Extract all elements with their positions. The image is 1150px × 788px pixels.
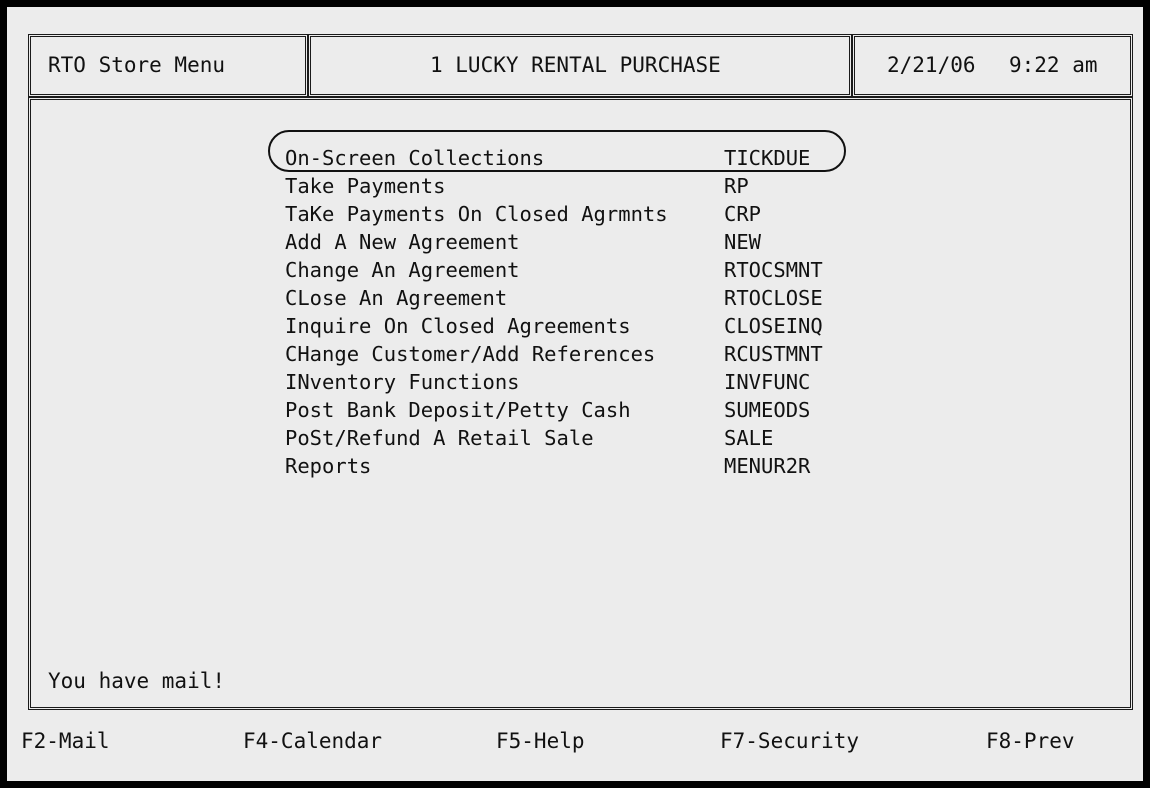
- f7-security-key[interactable]: F7-Security: [720, 728, 859, 754]
- menu-item-add-agreement[interactable]: Add A New Agreement NEW: [285, 228, 761, 256]
- menu-item-take-payments-closed[interactable]: TaKe Payments On Closed Agrmnts CRP: [285, 200, 761, 228]
- menu-item-reports[interactable]: Reports MENUR2R: [285, 452, 810, 480]
- menu-item-label: PoSt/Refund A Retail Sale: [285, 426, 594, 450]
- menu-item-label: CLose An Agreement: [285, 286, 508, 310]
- menu-item-take-payments[interactable]: Take Payments RP: [285, 172, 749, 200]
- f2-mail-key[interactable]: F2-Mail: [21, 728, 110, 754]
- menu-item-code: RP: [724, 174, 749, 198]
- menu-item-change-customer[interactable]: CHange Customer/Add References RCUSTMNT: [285, 340, 823, 368]
- menu-item-code: CRP: [724, 202, 762, 226]
- menu-item-close-agreement[interactable]: CLose An Agreement RTOCLOSE: [285, 284, 823, 312]
- menu-item-on-screen-collections[interactable]: On-Screen Collections TICKDUE: [285, 144, 810, 172]
- f8-prev-key[interactable]: F8-Prev: [986, 728, 1075, 754]
- menu-item-label: Post Bank Deposit/Petty Cash: [285, 398, 631, 422]
- menu-item-inquire-closed[interactable]: Inquire On Closed Agreements CLOSEINQ: [285, 312, 823, 340]
- menu-item-code: NEW: [724, 230, 762, 254]
- menu-item-code: TICKDUE: [724, 146, 811, 170]
- header-time: 9:22 am: [1009, 53, 1098, 77]
- header-date: 2/21/06: [887, 53, 976, 77]
- menu-item-inventory-functions[interactable]: INventory Functions INVFUNC: [285, 368, 810, 396]
- menu-item-label: CHange Customer/Add References: [285, 342, 656, 366]
- menu-item-label: TaKe Payments On Closed Agrmnts: [285, 202, 668, 226]
- menu-item-change-agreement[interactable]: Change An Agreement RTOCSMNT: [285, 256, 823, 284]
- menu-item-label: Change An Agreement: [285, 258, 520, 282]
- menu-item-code: SUMEODS: [724, 398, 811, 422]
- menu-item-label: On-Screen Collections: [285, 146, 545, 170]
- store-menu-list: On-Screen Collections TICKDUE Take Payme…: [285, 144, 823, 480]
- menu-item-label: Take Payments: [285, 174, 446, 198]
- f4-calendar-key[interactable]: F4-Calendar: [243, 728, 382, 754]
- menu-item-code: INVFUNC: [724, 370, 811, 394]
- menu-item-label: INventory Functions: [285, 370, 520, 394]
- menu-item-code: MENUR2R: [724, 454, 811, 478]
- menu-item-code: RCUSTMNT: [724, 342, 823, 366]
- menu-item-post-bank-deposit[interactable]: Post Bank Deposit/Petty Cash SUMEODS: [285, 396, 810, 424]
- menu-title: RTO Store Menu: [48, 53, 226, 77]
- mail-status-message: You have mail!: [48, 669, 226, 693]
- menu-item-label: Inquire On Closed Agreements: [285, 314, 631, 338]
- menu-item-label: Add A New Agreement: [285, 230, 520, 254]
- menu-item-code: SALE: [724, 426, 774, 450]
- menu-item-code: RTOCLOSE: [724, 286, 823, 310]
- menu-item-retail-sale[interactable]: PoSt/Refund A Retail Sale SALE: [285, 424, 773, 452]
- f5-help-key[interactable]: F5-Help: [496, 728, 585, 754]
- menu-item-code: CLOSEINQ: [724, 314, 823, 338]
- menu-item-label: Reports: [285, 454, 372, 478]
- store-name: 1 LUCKY RENTAL PURCHASE: [430, 53, 721, 77]
- menu-item-code: RTOCSMNT: [724, 258, 823, 282]
